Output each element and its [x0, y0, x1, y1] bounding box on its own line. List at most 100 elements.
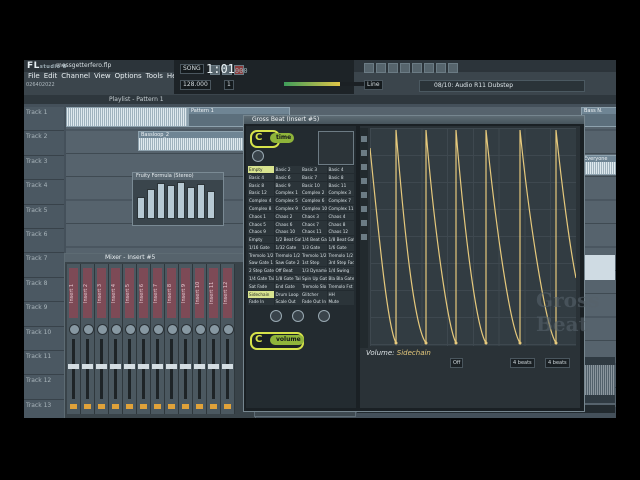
preset-item[interactable]: Chaos 2	[274, 212, 301, 220]
tool-icon[interactable]	[361, 136, 367, 142]
mixer-strip[interactable]: Insert 5	[123, 264, 137, 414]
preset-item[interactable]: Tremolo 1/2 2	[274, 251, 301, 259]
mixer-strip[interactable]: Insert 1	[67, 264, 81, 414]
pan-knob[interactable]	[195, 324, 206, 335]
pan-knob[interactable]	[125, 324, 136, 335]
tool-icon[interactable]	[361, 234, 367, 240]
preset-item[interactable]: Basic 12	[248, 189, 274, 197]
time-mode-button[interactable]: Ctime	[250, 130, 295, 148]
preset-item[interactable]: Basic 8	[327, 173, 354, 181]
preset-item[interactable]: Complex 1	[274, 189, 301, 197]
preset-item[interactable]: Complex 4	[248, 197, 274, 205]
mixer-strip[interactable]: Insert 12	[221, 264, 235, 414]
preset-item[interactable]: Basic 3	[301, 166, 327, 173]
tool-icon[interactable]	[361, 206, 367, 212]
mixer-strip[interactable]: Insert 8	[165, 264, 179, 414]
mixer-strip[interactable]: Insert 7	[151, 264, 165, 414]
pan-knob[interactable]	[167, 324, 178, 335]
fader-cap[interactable]	[152, 364, 163, 369]
preset-item[interactable]: Tremolo 1/2 1	[248, 251, 274, 259]
preset-item[interactable]: 2 Step Gate	[248, 267, 274, 275]
preset-item[interactable]: Chaos 12	[327, 228, 354, 236]
right-clip-3[interactable]	[581, 255, 615, 280]
tempo-display[interactable]: 128.000	[180, 80, 211, 90]
preset-item[interactable]: Complex 7	[327, 197, 354, 205]
preset-item[interactable]: Scale Out	[274, 298, 301, 306]
preset-item[interactable]: 1/8 Gate Tail	[274, 275, 301, 282]
snap-selector[interactable]: Line	[364, 80, 383, 90]
pan-knob[interactable]	[223, 324, 234, 335]
preset-item[interactable]: 1/16 Gate	[248, 243, 274, 251]
tool-icon[interactable]	[361, 150, 367, 156]
song-mode-button[interactable]: SONG	[180, 64, 204, 74]
pan-knob[interactable]	[181, 324, 192, 335]
tool-icon-8[interactable]	[448, 63, 458, 73]
preset-item[interactable]: Complex 8	[248, 205, 274, 212]
tool-icon[interactable]	[361, 164, 367, 170]
preset-item[interactable]: Tremolo 1/2 3	[301, 251, 327, 259]
beats-selector-1[interactable]: 4 beats	[510, 358, 535, 368]
preset-item[interactable]: Chaos 1	[248, 212, 274, 220]
pan-knob[interactable]	[153, 324, 164, 335]
fader-cap[interactable]	[208, 364, 219, 369]
fader-cap[interactable]	[110, 364, 121, 369]
menu-edit[interactable]: Edit	[44, 72, 58, 80]
preset-item[interactable]: 1/3 Dynamic	[301, 267, 327, 275]
track-label[interactable]: Track 12	[24, 375, 64, 400]
pan-knob[interactable]	[83, 324, 94, 335]
preset-item[interactable]: Tremolo Fst	[327, 282, 354, 290]
preset-item[interactable]: 1/2 Beat Gate	[274, 236, 301, 243]
xy-pad[interactable]	[318, 131, 354, 165]
beats-selector-2[interactable]: 4 beats	[545, 358, 570, 368]
track-label[interactable]: Track 13	[24, 399, 64, 418]
track-label[interactable]: Track 8	[24, 277, 64, 303]
fader-cap[interactable]	[180, 364, 191, 369]
tool-icon[interactable]	[361, 220, 367, 226]
audio-clip[interactable]	[66, 107, 188, 127]
preset-item[interactable]: Basic 9	[274, 181, 301, 189]
fader-cap[interactable]	[222, 364, 233, 369]
preset-item[interactable]: 3rd Step Fade	[327, 259, 354, 267]
preset-item[interactable]: Tremolo Slo	[301, 282, 327, 290]
tool-icon-6[interactable]	[424, 63, 434, 73]
track-label[interactable]: Track 10	[24, 326, 64, 351]
right-clip-2[interactable]: Everyone	[581, 155, 616, 175]
preset-item[interactable]: Empty	[248, 166, 274, 173]
preset-item[interactable]: Glitcher	[301, 290, 327, 298]
mixer-strip[interactable]: Insert 9	[179, 264, 193, 414]
preset-item[interactable]: Complex 3	[327, 189, 354, 197]
menu-options[interactable]: Options	[115, 72, 142, 80]
preset-item[interactable]: Chaos 11	[301, 228, 327, 236]
pan-knob[interactable]	[69, 324, 80, 335]
track-label[interactable]: Track 6	[24, 228, 64, 254]
preset-item[interactable]: Bla Bla Gate	[327, 275, 354, 282]
preset-item[interactable]: 1/6 Gate	[327, 243, 354, 251]
preset-item[interactable]: Basic 7	[301, 173, 327, 181]
preset-item[interactable]: Chaos 4	[327, 212, 354, 220]
fader-cap[interactable]	[68, 364, 79, 369]
preset-item[interactable]: 1/4 Swing	[327, 267, 354, 275]
track-label[interactable]: Track 2	[24, 131, 64, 156]
preset-item[interactable]: Sat Fade	[248, 282, 274, 290]
tool-icon-3[interactable]	[388, 63, 398, 73]
preset-item[interactable]: 1/32 Gate	[274, 243, 301, 251]
track-label[interactable]: Track 11	[24, 350, 64, 376]
preset-item[interactable]: Mute	[327, 298, 354, 306]
preset-item[interactable]: HH	[327, 290, 354, 298]
mixer-strip[interactable]: Insert 11	[207, 264, 221, 414]
preset-item[interactable]: Chaos 10	[274, 228, 301, 236]
preset-item[interactable]: 1/4 Gate Tail	[248, 275, 274, 282]
preset-item[interactable]: 1/8 Beat Gate	[327, 236, 354, 243]
preset-item[interactable]: Saw Gate 2	[274, 259, 301, 267]
preset-item[interactable]: Saw Gate 1	[248, 259, 274, 267]
mix-selector[interactable]: Off	[450, 358, 464, 368]
release-knob[interactable]	[292, 310, 304, 322]
preset-item[interactable]: Empty	[248, 236, 274, 243]
track-label[interactable]: Track 9	[24, 302, 64, 327]
track-label[interactable]: Track 5	[24, 204, 64, 229]
attack-knob[interactable]	[270, 310, 282, 322]
fader-cap[interactable]	[138, 364, 149, 369]
track-label[interactable]: Track 7	[24, 253, 64, 278]
preset-item[interactable]: Sidechain	[248, 290, 274, 298]
right-clip[interactable]: Bass N.	[581, 107, 616, 127]
